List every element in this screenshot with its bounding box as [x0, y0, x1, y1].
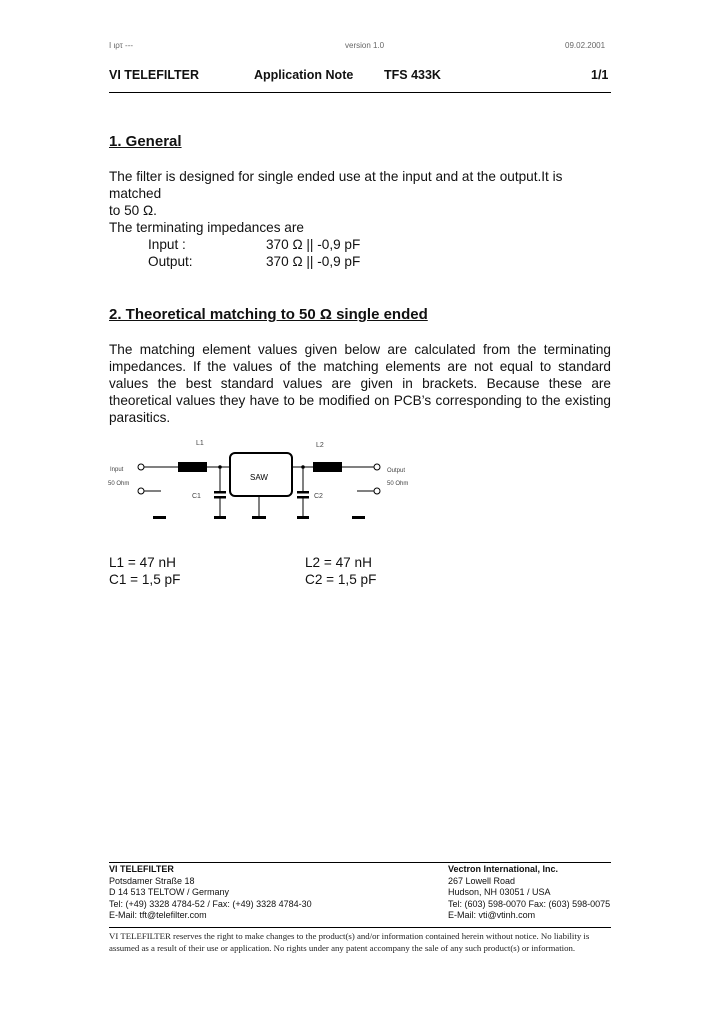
output-terminal-bottom — [373, 487, 381, 495]
header-page-number: 1/1 — [591, 68, 609, 82]
impedance-output-label: Output: — [148, 254, 193, 269]
input-terminal-bottom — [137, 487, 145, 495]
value-l1: L1 = 47 nH — [109, 555, 176, 570]
section-2-paragraph: The matching element values given below … — [109, 342, 611, 425]
footer-right-phone: Tel: (603) 598-0070 Fax: (603) 598-0075 — [448, 898, 611, 909]
impedance-output-value: 370 Ω || -0,9 pF — [266, 254, 361, 269]
version-label: version 1.0 — [345, 41, 385, 50]
impedance-input-label: Input : — [148, 237, 186, 252]
date-label: 09.02.2001 — [565, 41, 606, 50]
footer-right-street: 267 Lowell Road — [448, 875, 516, 886]
section-1-paragraph: The filter is designed for single ended … — [109, 168, 611, 219]
input-impedance-label: 50 Ohm — [108, 481, 129, 487]
capacitor-c1-plate-top — [214, 491, 226, 494]
header-divider — [109, 92, 611, 93]
output-terminal-top — [373, 463, 381, 471]
footer-left-phone: Tel: (+49) 3328 4784-52 / Fax: (+49) 332… — [109, 898, 312, 909]
section-2-title: 2. Theoretical matching to 50 Ω single e… — [109, 306, 428, 323]
footer-left-company: VI TELEFILTER — [109, 864, 174, 874]
footer-right-city: Hudson, NH 03051 / USA — [448, 887, 551, 897]
c2-ground-symbol — [297, 516, 309, 519]
header-product: TFS 433K — [384, 68, 441, 82]
inductor-l2 — [313, 462, 342, 472]
value-c2: C2 = 1,5 pF — [305, 572, 377, 587]
footer-address-left: VI TELEFILTER Potsdamer Straße 18 D 14 5… — [109, 864, 312, 922]
section-1-title: 1. General — [109, 133, 182, 150]
value-l2: L2 = 47 nH — [305, 555, 372, 570]
capacitor-c2-plate-top — [297, 491, 309, 494]
page-meta-left: Ι ιρτ --- — [109, 41, 134, 50]
footer-right-company: Vectron International, Inc. — [448, 864, 559, 874]
input-ground-symbol — [153, 516, 166, 519]
input-label: Input — [110, 467, 124, 473]
input-terminal-top — [137, 463, 145, 471]
footer-right-email: E-Mail: vti@vtinh.com — [448, 910, 536, 920]
impedance-input-value: 370 Ω || -0,9 pF — [266, 237, 361, 252]
matching-circuit-schematic: Input 50 Ohm L1 C1 L2 C2 Output 50 Ohm S… — [108, 440, 408, 519]
footer-left-email: E-Mail: tft@telefilter.com — [109, 910, 207, 920]
value-c1: C1 = 1,5 pF — [109, 572, 181, 587]
footer-address-right: Vectron International, Inc. 267 Lowell R… — [448, 864, 610, 922]
saw-ground-symbol — [252, 516, 266, 519]
l1-label: L1 — [196, 440, 204, 447]
output-impedance-label: 50 Ohm — [387, 481, 408, 487]
output-label: Output — [387, 468, 405, 474]
disclaimer-line-2: assumed as a result of their use or appl… — [109, 943, 576, 953]
c1-ground-symbol — [214, 516, 226, 519]
saw-label: SAW — [250, 473, 268, 482]
inductor-l1 — [178, 462, 207, 472]
disclaimer-divider — [109, 927, 611, 928]
c1-label: C1 — [192, 493, 201, 500]
section-1-para-line-2: to 50 Ω. — [109, 203, 157, 218]
header-doc-type: Application Note — [254, 68, 354, 82]
footer-divider — [109, 862, 611, 863]
footer-left-city: D 14 513 TELTOW / Germany — [109, 887, 230, 897]
section-1-para-line-1: The filter is designed for single ended … — [109, 169, 563, 201]
disclaimer: VI TELEFILTER reserves the right to make… — [109, 930, 611, 954]
disclaimer-line-1: VI TELEFILTER reserves the right to make… — [109, 931, 590, 941]
footer-left-street: Potsdamer Straße 18 — [109, 875, 195, 886]
c2-label: C2 — [314, 493, 323, 500]
l2-label: L2 — [316, 442, 324, 449]
terminating-impedances-intro: The terminating impedances are — [109, 220, 304, 235]
header-company: VI TELEFILTER — [109, 68, 200, 82]
output-ground-symbol — [352, 516, 365, 519]
